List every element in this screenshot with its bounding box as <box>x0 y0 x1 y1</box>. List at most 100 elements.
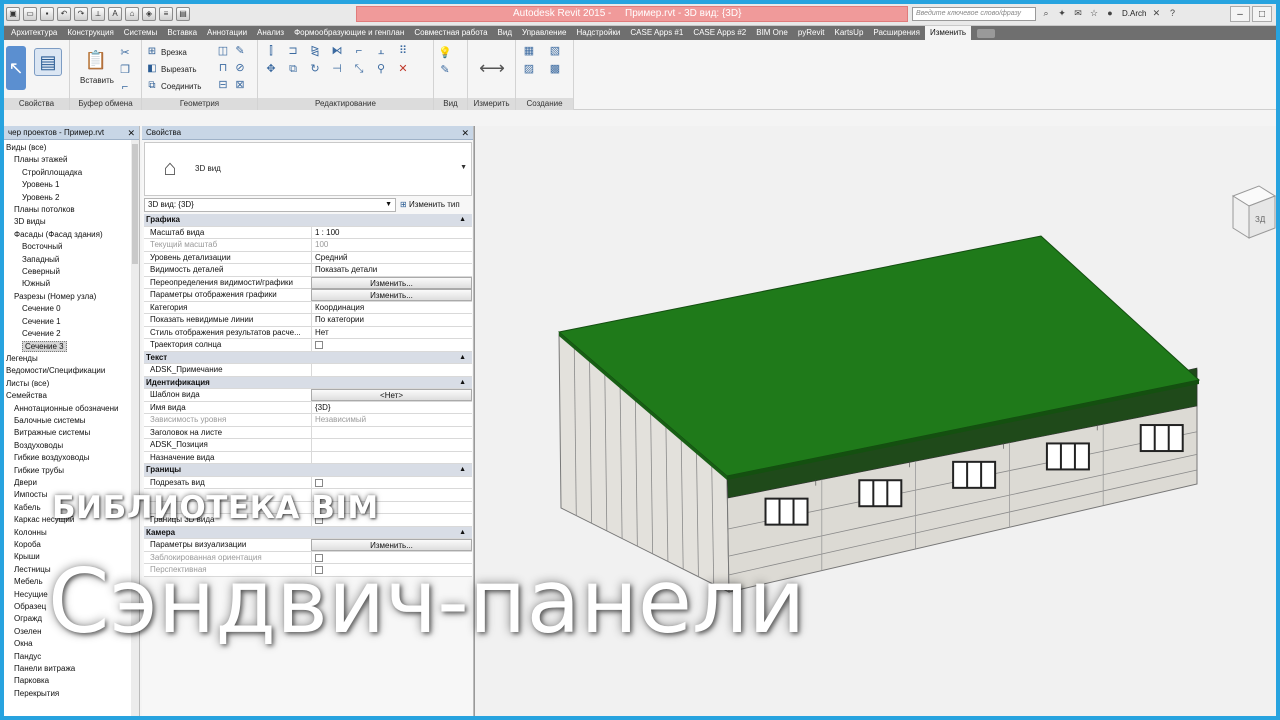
tab-16[interactable]: Расширения <box>868 26 925 40</box>
property-value[interactable]: {3D} <box>311 401 472 414</box>
browser-item[interactable]: Ведомости/Спецификации <box>4 365 139 377</box>
scrollbar-thumb[interactable] <box>132 144 138 264</box>
trim-icon[interactable]: ⌐ <box>352 44 366 58</box>
browser-item[interactable]: Воздуховоды <box>4 440 139 452</box>
property-value[interactable] <box>311 426 472 439</box>
browser-item[interactable]: Сечение 2 <box>4 328 139 340</box>
undo-icon[interactable]: ↶ <box>57 7 71 21</box>
property-edit-button[interactable]: <Нет> <box>311 389 472 401</box>
property-value[interactable]: Показать детали <box>311 264 472 276</box>
copy-tool-icon[interactable]: ⧉ <box>286 62 300 76</box>
browser-item[interactable]: Уровень 1 <box>4 179 139 191</box>
array-icon[interactable]: ⠿ <box>396 44 410 58</box>
property-value[interactable]: 1 : 100 <box>311 226 472 239</box>
cut-geometry-button[interactable]: ◧ Вырезать <box>146 63 196 75</box>
close-icon[interactable]: ✕ <box>461 126 469 140</box>
text-icon[interactable]: A <box>108 7 122 21</box>
create-group-icon[interactable]: ▨ <box>522 62 536 76</box>
hide-icon[interactable]: 💡 <box>438 46 452 60</box>
browser-item[interactable]: Балочные системы <box>4 415 139 427</box>
browser-item[interactable]: Разрезы (Номер узла) <box>4 291 139 303</box>
unjoin-icon[interactable]: ⊟ <box>216 78 230 92</box>
property-checkbox[interactable] <box>315 341 323 349</box>
tab-12[interactable]: CASE Apps #2 <box>688 26 751 40</box>
binoculars-icon[interactable]: ⌕ <box>1040 7 1052 19</box>
property-value[interactable] <box>311 339 472 351</box>
property-value[interactable]: Средний <box>311 251 472 264</box>
split-face-icon[interactable]: ◫ <box>216 44 230 58</box>
tab-7[interactable]: Совместная работа <box>409 26 492 40</box>
measure-tool-icon[interactable]: ⟷ <box>478 54 506 82</box>
property-group[interactable]: Графика ▲ <box>144 214 472 227</box>
browser-item[interactable]: Панели витража <box>4 663 139 675</box>
match-icon[interactable]: ⌐ <box>118 80 132 94</box>
property-value[interactable] <box>311 364 472 376</box>
property-value[interactable]: По категории <box>311 314 472 326</box>
browser-item[interactable]: Семейства <box>4 390 139 402</box>
scale-icon[interactable]: ⤡ <box>352 62 366 76</box>
split-icon[interactable]: ⫠ <box>374 44 388 58</box>
tab-1[interactable]: Конструкция <box>62 26 118 40</box>
minimize-icon[interactable]: – <box>1230 6 1250 22</box>
browser-item[interactable]: Гибкие воздуховоды <box>4 452 139 464</box>
copy-icon[interactable]: ❐ <box>118 63 132 77</box>
property-edit-button[interactable]: Изменить... <box>311 276 472 289</box>
create-parts-icon[interactable]: ▧ <box>548 44 562 58</box>
offset-icon[interactable]: ⊐ <box>286 44 300 58</box>
browser-item[interactable]: Западный <box>4 254 139 266</box>
browser-item[interactable]: Листы (все) <box>4 378 139 390</box>
ribbon-minimize-toggle[interactable] <box>977 28 996 38</box>
switch-windows-icon[interactable]: ▤ <box>176 7 190 21</box>
close-icon[interactable]: ✕ <box>127 126 135 140</box>
redo-icon[interactable]: ↷ <box>74 7 88 21</box>
browser-item[interactable]: Уровень 2 <box>4 192 139 204</box>
tab-14[interactable]: pyRevit <box>793 26 830 40</box>
create-similar-icon[interactable]: ▩ <box>548 62 562 76</box>
wall-joins-icon[interactable]: ⊓ <box>216 61 230 75</box>
property-value[interactable] <box>311 451 472 464</box>
property-value[interactable] <box>311 476 472 489</box>
open-icon[interactable]: ▭ <box>23 7 37 21</box>
browser-item[interactable]: Сечение 0 <box>4 303 139 315</box>
mirror-draw-icon[interactable]: ⧑ <box>330 44 344 58</box>
move-icon[interactable]: ✥ <box>264 62 278 76</box>
communication-icon[interactable]: ✉ <box>1072 7 1084 19</box>
measure-icon[interactable]: ⟂ <box>91 7 105 21</box>
collapse-icon[interactable]: ▲ <box>459 464 466 476</box>
property-value[interactable] <box>311 439 472 451</box>
delete-icon[interactable]: ✕ <box>396 62 410 76</box>
browser-item[interactable]: Виды (все) <box>4 142 139 154</box>
cope-button[interactable]: ⊞ Врезка <box>146 46 187 58</box>
browser-item[interactable]: 3D виды <box>4 216 139 228</box>
browser-item[interactable]: Двери <box>4 477 139 489</box>
tab-11[interactable]: CASE Apps #1 <box>625 26 688 40</box>
browser-item[interactable]: Аннотационные обозначени <box>4 403 139 415</box>
property-edit-button[interactable]: Изменить... <box>311 289 472 301</box>
paste-icon[interactable]: 📋 <box>82 46 110 74</box>
property-group[interactable]: Границы ▲ <box>144 464 472 477</box>
app-menu-icon[interactable]: ▣ <box>6 7 20 21</box>
browser-item[interactable]: Витражные системы <box>4 427 139 439</box>
browser-item[interactable]: Сечение 3 <box>4 340 139 353</box>
join-button[interactable]: ⧉ Соединить <box>146 80 201 92</box>
property-group[interactable]: Идентификация ▲ <box>144 376 472 389</box>
align-icon[interactable]: ⫿ <box>264 44 278 58</box>
browser-item[interactable]: Сечение 1 <box>4 316 139 328</box>
create-assembly-icon[interactable]: ▦ <box>522 44 536 58</box>
property-value[interactable]: Нет <box>311 326 472 339</box>
modify-tool-icon[interactable]: ↖ <box>6 46 26 90</box>
browser-item[interactable]: Колонны <box>4 527 139 539</box>
section-icon[interactable]: ◈ <box>142 7 156 21</box>
browser-item[interactable]: Легенды <box>4 353 139 365</box>
paint-icon[interactable]: ✎ <box>233 44 247 58</box>
mirror-axis-icon[interactable]: ⧎ <box>308 44 322 58</box>
collapse-icon[interactable]: ▲ <box>459 527 466 539</box>
demolish-icon[interactable]: ⊘ <box>233 61 247 75</box>
user-icon[interactable]: ● <box>1104 7 1116 19</box>
browser-item[interactable]: Фасады (Фасад здания) <box>4 229 139 241</box>
maximize-icon[interactable]: □ <box>1252 6 1272 22</box>
tab-9[interactable]: Управление <box>517 26 571 40</box>
browser-item[interactable]: Перекрытия <box>4 688 139 700</box>
tab-8[interactable]: Вид <box>493 26 517 40</box>
override-icon[interactable]: ✎ <box>438 63 452 77</box>
